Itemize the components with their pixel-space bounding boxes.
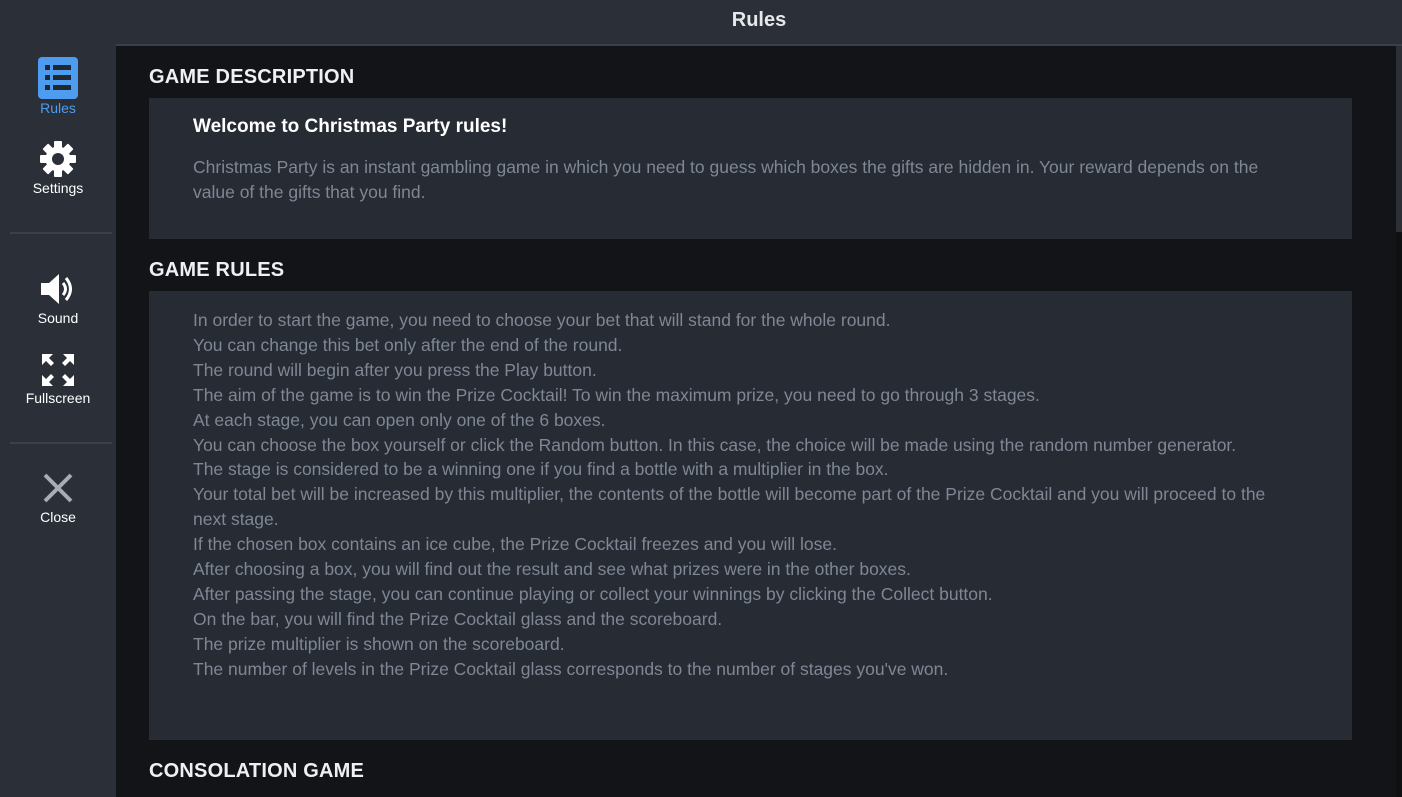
sidebar-item-label: Sound xyxy=(37,310,79,326)
rules-content[interactable]: GAME DESCRIPTION Welcome to Christmas Pa… xyxy=(116,46,1396,797)
sidebar-item-settings[interactable]: Settings xyxy=(0,140,116,196)
rules-list: In order to start the game, you need to … xyxy=(193,308,1303,682)
page-title: Rules xyxy=(731,9,787,31)
sidebar-item-rules[interactable]: Rules xyxy=(0,57,116,116)
scrollbar[interactable] xyxy=(1396,46,1402,797)
rule-line: The stage is considered to be a winning … xyxy=(193,459,889,480)
gear-icon xyxy=(40,141,76,177)
rule-line: The prize multiplier is shown on the sco… xyxy=(193,633,565,654)
sidebar-divider xyxy=(10,442,112,444)
section-title-consolation-game: CONSOLATION GAME xyxy=(149,760,365,782)
section-title-game-description: GAME DESCRIPTION xyxy=(149,66,355,88)
section-title-game-rules: GAME RULES xyxy=(149,259,285,281)
rule-line: Your total bet will be increased by this… xyxy=(193,484,1266,530)
rule-line: On the bar, you will find the Prize Cock… xyxy=(193,608,723,629)
welcome-heading: Welcome to Christmas Party rules! xyxy=(193,116,508,137)
sidebar-item-label: Fullscreen xyxy=(25,390,91,406)
rules-list-icon xyxy=(38,57,78,99)
sidebar-divider xyxy=(10,232,112,234)
rule-line: You can change this bet only after the e… xyxy=(193,334,623,355)
sidebar-item-label: Rules xyxy=(40,100,76,116)
sidebar-item-fullscreen[interactable]: Fullscreen xyxy=(0,353,116,406)
rule-line: The aim of the game is to win the Prize … xyxy=(193,384,1040,405)
sidebar: Rules Settings Sound Fullscreen Close xyxy=(0,0,116,797)
scrollbar-thumb[interactable] xyxy=(1396,46,1402,232)
close-icon xyxy=(43,473,73,503)
header-bar: Rules xyxy=(116,0,1402,46)
speaker-icon xyxy=(41,274,72,304)
rule-line: After passing the stage, you can continu… xyxy=(193,583,993,604)
game-rules-panel: In order to start the game, you need to … xyxy=(149,291,1352,740)
rule-line: The number of levels in the Prize Cockta… xyxy=(193,658,949,679)
rule-line: In order to start the game, you need to … xyxy=(193,310,891,330)
rule-line: If the chosen box contains an ice cube, … xyxy=(193,534,837,555)
rule-line: You can choose the box yourself or click… xyxy=(193,434,1237,455)
rule-line: The round will begin after you press the… xyxy=(193,359,597,380)
sidebar-item-sound[interactable]: Sound xyxy=(0,272,116,326)
sidebar-item-close[interactable]: Close xyxy=(0,472,116,525)
rule-line: After choosing a box, you will find out … xyxy=(193,559,911,580)
game-description-panel: Welcome to Christmas Party rules! Christ… xyxy=(149,98,1352,239)
description-text: Christmas Party is an instant gambling g… xyxy=(193,157,1259,202)
rule-line: At each stage, you can open only one of … xyxy=(193,409,606,430)
fullscreen-icon xyxy=(42,354,74,386)
sidebar-item-label: Close xyxy=(40,509,76,525)
sidebar-item-label: Settings xyxy=(32,180,84,196)
